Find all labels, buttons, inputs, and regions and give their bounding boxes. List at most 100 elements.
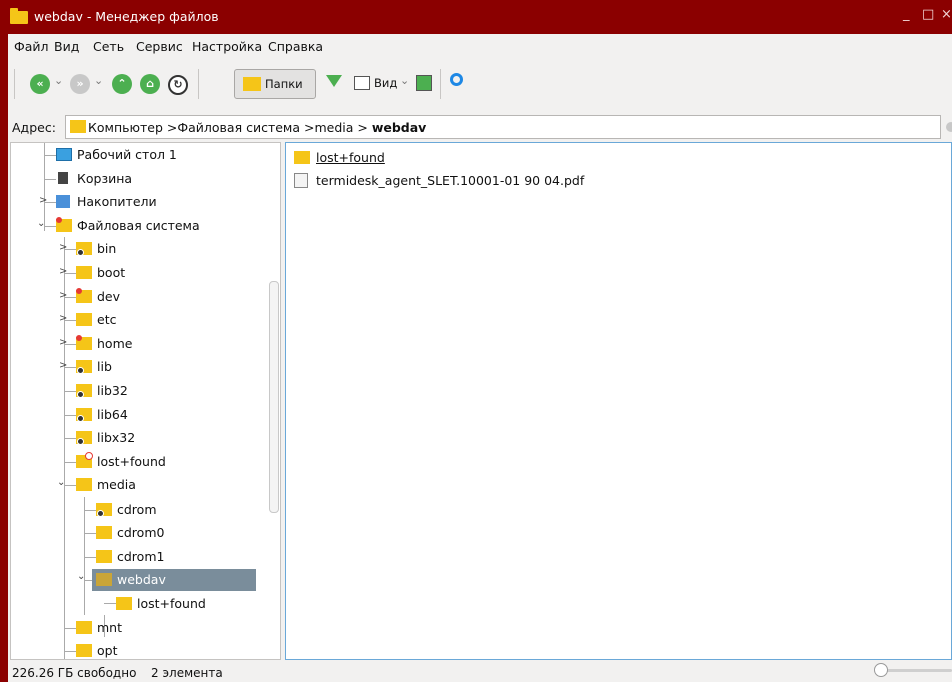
free-space: 226.26 ГБ свободно (12, 666, 137, 680)
view-icon[interactable] (354, 76, 370, 90)
chevron-down-icon[interactable]: ⌄ (54, 74, 63, 87)
up-icon[interactable]: ⌃ (112, 74, 132, 94)
window-title: webdav - Менеджер файлов (34, 9, 219, 24)
folders-label: Папки (265, 77, 303, 91)
tree-scrollbar[interactable] (269, 281, 279, 513)
tree-item-label: lib32 (97, 383, 128, 398)
toolbar: « ⌄ » ⌄ ⌃ ⌂ ↻ Папки Вид ⌄ (8, 60, 952, 108)
file-name: lost+found (316, 150, 385, 165)
expander-icon[interactable]: ⌄ (57, 477, 65, 488)
address-bar: Адрес: Компьютер >Файловая система >medi… (8, 114, 952, 142)
search-icon[interactable] (450, 73, 463, 86)
folder-icon (76, 644, 92, 657)
drives-icon (56, 195, 70, 208)
toolbar-separator (198, 69, 199, 99)
tree-item-label: Рабочий стол 1 (77, 147, 177, 162)
view-label[interactable]: Вид (374, 76, 397, 90)
folders-button[interactable]: Папки (234, 69, 316, 99)
maximize-button[interactable]: □ (922, 7, 934, 22)
menu-view[interactable]: Вид (54, 39, 79, 54)
folder-open-icon (96, 573, 112, 586)
tree-item-label: mnt (97, 620, 122, 635)
filesystem-icon (56, 217, 72, 232)
menu-file[interactable]: Файл (14, 39, 49, 54)
back-icon[interactable]: « (30, 74, 50, 94)
chevron-down-icon[interactable]: ⌄ (94, 74, 103, 87)
minimize-button[interactable]: _ (903, 7, 910, 22)
expander-icon[interactable]: > (59, 266, 67, 277)
refresh-icon[interactable]: ↻ (168, 75, 188, 95)
folder-icon (10, 8, 28, 24)
tree-item-label: webdav (117, 572, 166, 587)
folder-link-icon (76, 360, 92, 374)
panel-icon[interactable] (416, 75, 432, 91)
breadcrumb: Компьютер >Файловая система >media > web… (88, 120, 426, 135)
folder-link-icon (76, 431, 92, 445)
folder-link-icon (76, 242, 92, 256)
folder-open-icon (76, 478, 92, 491)
menu-network[interactable]: Сеть (93, 39, 124, 54)
tree-item-label: dev (97, 289, 121, 304)
breadcrumb-separator: > (353, 120, 372, 135)
tree-item-label: bin (97, 241, 117, 256)
folder-icon (76, 621, 92, 634)
menu-tools[interactable]: Сервис (136, 39, 183, 54)
slider-knob[interactable] (874, 663, 888, 677)
tree-item-label: Накопители (77, 194, 157, 209)
expander-icon[interactable]: > (59, 290, 67, 301)
clear-icon[interactable] (946, 122, 952, 132)
menu-bar: Файл Вид Сеть Сервис Настройка Справка (8, 34, 952, 60)
file-manager-window: Файл Вид Сеть Сервис Настройка Справка «… (8, 34, 952, 682)
home-icon[interactable]: ⌂ (140, 74, 160, 94)
tree-item-label: cdrom (117, 502, 157, 517)
zoom-slider[interactable] (874, 663, 952, 677)
file-list[interactable]: lost+found termidesk_agent_SLET.10001-01… (285, 142, 952, 660)
expander-icon[interactable]: > (59, 242, 67, 253)
folder-icon (76, 335, 92, 350)
pdf-file-icon (294, 173, 308, 188)
folder-icon (243, 77, 261, 91)
tree-item-label: boot (97, 265, 126, 280)
breadcrumb-webdav[interactable]: webdav (372, 120, 427, 135)
breadcrumb-separator: > (162, 120, 178, 135)
breadcrumb-media[interactable]: media (314, 120, 353, 135)
trash-icon (58, 172, 68, 184)
expander-icon[interactable]: > (59, 360, 67, 371)
breadcrumb-filesystem[interactable]: Файловая система (177, 120, 300, 135)
address-field[interactable]: Компьютер >Файловая система >media > web… (65, 115, 941, 139)
tree-item-label: lost+found (137, 596, 206, 611)
tree-item-label: cdrom0 (117, 525, 165, 540)
forward-icon[interactable]: » (70, 74, 90, 94)
menu-help[interactable]: Справка (268, 39, 323, 54)
folder-icon (96, 526, 112, 539)
item-count: 2 элемента (151, 666, 223, 680)
folder-icon (294, 151, 310, 164)
slider-track (882, 669, 952, 672)
expander-icon[interactable]: > (59, 313, 67, 324)
expander-icon[interactable]: > (39, 195, 47, 206)
breadcrumb-computer[interactable]: Компьютер (88, 120, 163, 135)
tree-item-label: lost+found (97, 454, 166, 469)
chevron-down-icon[interactable]: ⌄ (400, 74, 409, 87)
folder-link-icon (96, 503, 112, 517)
tree-item-label: opt (97, 643, 118, 658)
filter-icon[interactable] (326, 75, 342, 87)
folder-tree[interactable]: > ⌄ > > > > > > ⌄ ⌄ Рабочий стол 1 Корзи… (10, 142, 281, 660)
menu-settings[interactable]: Настройка (192, 39, 262, 54)
folder-icon (76, 313, 92, 326)
tree-item-label: cdrom1 (117, 549, 165, 564)
folder-icon (76, 288, 92, 303)
desktop-icon (56, 148, 72, 161)
tree-item-label: home (97, 336, 133, 351)
expander-icon[interactable]: ⌄ (37, 218, 45, 229)
title-bar[interactable]: webdav - Менеджер файлов _ □ × (0, 0, 952, 34)
tree-item-label: etc (97, 312, 117, 327)
expander-icon[interactable]: > (59, 337, 67, 348)
expander-icon[interactable]: ⌄ (77, 571, 85, 582)
breadcrumb-separator: > (300, 120, 315, 135)
close-button[interactable]: × (941, 7, 952, 22)
tree-item-label: Корзина (77, 171, 133, 186)
folder-icon (70, 120, 86, 133)
status-bar: 226.26 ГБ свободно 2 элемента (8, 660, 952, 682)
tree-item-label: media (97, 477, 136, 492)
